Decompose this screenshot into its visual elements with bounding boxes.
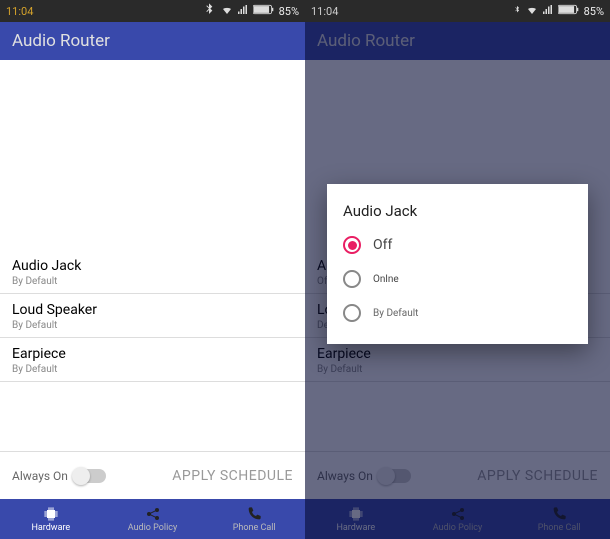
phone-icon bbox=[246, 506, 262, 522]
setting-earpiece[interactable]: Earpiece By Default bbox=[0, 338, 305, 382]
dialog-audio-jack: Audio Jack Off Onlne By Default bbox=[327, 184, 588, 344]
always-on-toggle[interactable] bbox=[74, 469, 106, 483]
bluetooth-icon bbox=[201, 2, 217, 21]
bluetooth-icon bbox=[512, 5, 522, 18]
setting-title: Loud Speaker bbox=[12, 302, 293, 318]
radio-icon bbox=[343, 270, 361, 288]
dialog-title: Audio Jack bbox=[343, 202, 572, 220]
radio-label: Onlne bbox=[373, 274, 399, 285]
nav-label: Audio Policy bbox=[128, 523, 178, 533]
battery-pct: 85% bbox=[584, 5, 604, 18]
nav-label: Hardware bbox=[31, 523, 70, 533]
bottom-nav: Hardware Audio Policy Phone Call bbox=[0, 499, 305, 539]
wifi-icon bbox=[526, 4, 538, 19]
statusbar: 11:04 85% bbox=[305, 0, 610, 22]
statusbar-icons: 85% bbox=[512, 4, 604, 19]
radio-label: Off bbox=[373, 237, 392, 253]
app-bar: Audio Router bbox=[0, 22, 305, 60]
nav-label: Phone Call bbox=[233, 523, 276, 533]
statusbar-time: 11:04 bbox=[311, 5, 338, 18]
nav-phone-call[interactable]: Phone Call bbox=[203, 499, 305, 539]
apply-schedule-button[interactable]: APPLY SCHEDULE bbox=[172, 468, 293, 484]
statusbar-time: 11:04 bbox=[6, 5, 33, 18]
radio-icon bbox=[343, 304, 361, 322]
signal-icon bbox=[237, 4, 249, 19]
setting-title: Earpiece bbox=[12, 346, 293, 362]
setting-sub: By Default bbox=[12, 320, 293, 331]
setting-sub: By Default bbox=[12, 276, 293, 287]
radio-option-by-default[interactable]: By Default bbox=[343, 304, 572, 322]
always-on-label: Always On bbox=[12, 469, 68, 483]
radio-option-online[interactable]: Onlne bbox=[343, 270, 572, 288]
nav-hardware[interactable]: Hardware bbox=[0, 499, 102, 539]
statusbar-icons: 85% bbox=[201, 2, 299, 21]
nav-audio-policy[interactable]: Audio Policy bbox=[102, 499, 204, 539]
chip-icon bbox=[43, 506, 59, 522]
radio-icon bbox=[343, 236, 361, 254]
radio-label: By Default bbox=[373, 308, 418, 319]
schedule-row: Always On APPLY SCHEDULE bbox=[0, 451, 305, 499]
always-on-group[interactable]: Always On bbox=[12, 469, 106, 483]
statusbar: 11:04 85% bbox=[0, 0, 305, 22]
phone-left: 11:04 85% Audio Router Audio Jack By Def… bbox=[0, 0, 305, 539]
battery-pct: 85% bbox=[279, 5, 299, 18]
signal-icon bbox=[542, 4, 554, 19]
setting-loud-speaker[interactable]: Loud Speaker By Default bbox=[0, 294, 305, 338]
share-icon bbox=[145, 506, 161, 522]
setting-audio-jack[interactable]: Audio Jack By Default bbox=[0, 250, 305, 294]
radio-option-off[interactable]: Off bbox=[343, 236, 572, 254]
phone-right: 11:04 85% Audio Router Au Off Lou De Ear… bbox=[305, 0, 610, 539]
wifi-icon bbox=[221, 4, 233, 19]
battery-icon bbox=[558, 4, 580, 18]
content: Audio Jack By Default Loud Speaker By De… bbox=[0, 60, 305, 451]
app-title: Audio Router bbox=[12, 31, 110, 51]
setting-sub: By Default bbox=[12, 364, 293, 375]
battery-icon bbox=[253, 4, 275, 18]
setting-title: Audio Jack bbox=[12, 258, 293, 274]
